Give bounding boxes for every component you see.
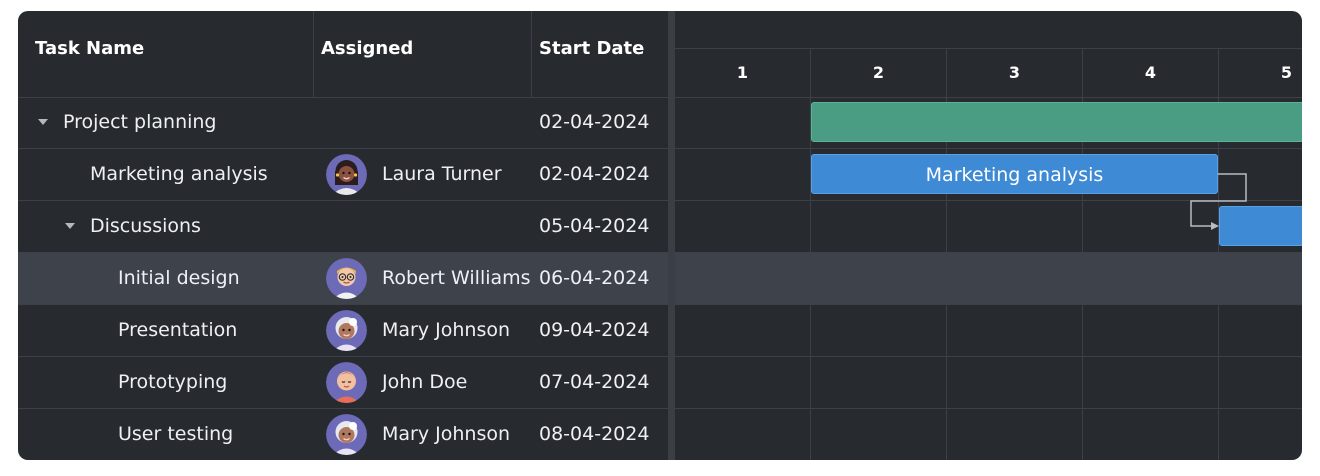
column-header-task-name[interactable]: Task Name: [18, 11, 314, 97]
grid-header: Task Name Assigned Start Date: [18, 11, 668, 98]
task-name: Marketing analysis: [90, 163, 268, 185]
avatar: [326, 362, 367, 403]
dependency-link[interactable]: [675, 11, 1302, 460]
grid-row-selected[interactable]: Initial design Robert Williams 06-04-202…: [18, 253, 668, 305]
timeline: 1 2 3 4 5 Marketing analysis: [675, 11, 1302, 460]
task-name: Presentation: [118, 319, 238, 341]
start-date: 08-04-2024: [539, 423, 650, 445]
task-name: User testing: [118, 423, 234, 445]
task-name: Project planning: [63, 111, 217, 133]
task-name: Discussions: [90, 215, 201, 237]
avatar: [326, 154, 367, 195]
grid-row[interactable]: Marketing analysis Laura Turner 02-04-20…: [18, 149, 668, 201]
assignee-name: Laura Turner: [382, 163, 502, 185]
task-grid: Task Name Assigned Start Date Project pl…: [18, 11, 668, 460]
start-date: 02-04-2024: [539, 163, 650, 185]
assignee-name: John Doe: [382, 371, 468, 393]
gantt-chart: Task Name Assigned Start Date Project pl…: [18, 11, 1302, 460]
collapse-caret-icon[interactable]: [38, 119, 48, 125]
grid-row[interactable]: User testing Mary Johnson 08-04-2024: [18, 409, 668, 460]
avatar: [326, 414, 367, 455]
start-date: 06-04-2024: [539, 267, 650, 289]
start-date: 07-04-2024: [539, 371, 650, 393]
grid-row[interactable]: Discussions 05-04-2024: [18, 201, 668, 253]
avatar: [326, 310, 367, 351]
arrow-head-icon: [1211, 222, 1219, 230]
grid-timeline-splitter[interactable]: [668, 11, 675, 460]
grid-row[interactable]: Presentation Mary Johnson 09-04-2024: [18, 305, 668, 357]
column-header-assigned[interactable]: Assigned: [314, 11, 532, 97]
collapse-caret-icon[interactable]: [65, 223, 75, 229]
grid-row[interactable]: Project planning 02-04-2024: [18, 97, 668, 149]
task-name: Initial design: [118, 267, 240, 289]
avatar: [326, 258, 367, 299]
assignee-name: Mary Johnson: [382, 319, 511, 341]
assignee-name: Robert Williams: [382, 267, 531, 289]
column-header-start-date[interactable]: Start Date: [532, 11, 668, 97]
start-date: 05-04-2024: [539, 215, 650, 237]
start-date: 09-04-2024: [539, 319, 650, 341]
grid-row[interactable]: Prototyping John Doe 07-04-2024: [18, 357, 668, 409]
task-name: Prototyping: [118, 371, 228, 393]
assignee-name: Mary Johnson: [382, 423, 511, 445]
start-date: 02-04-2024: [539, 111, 650, 133]
